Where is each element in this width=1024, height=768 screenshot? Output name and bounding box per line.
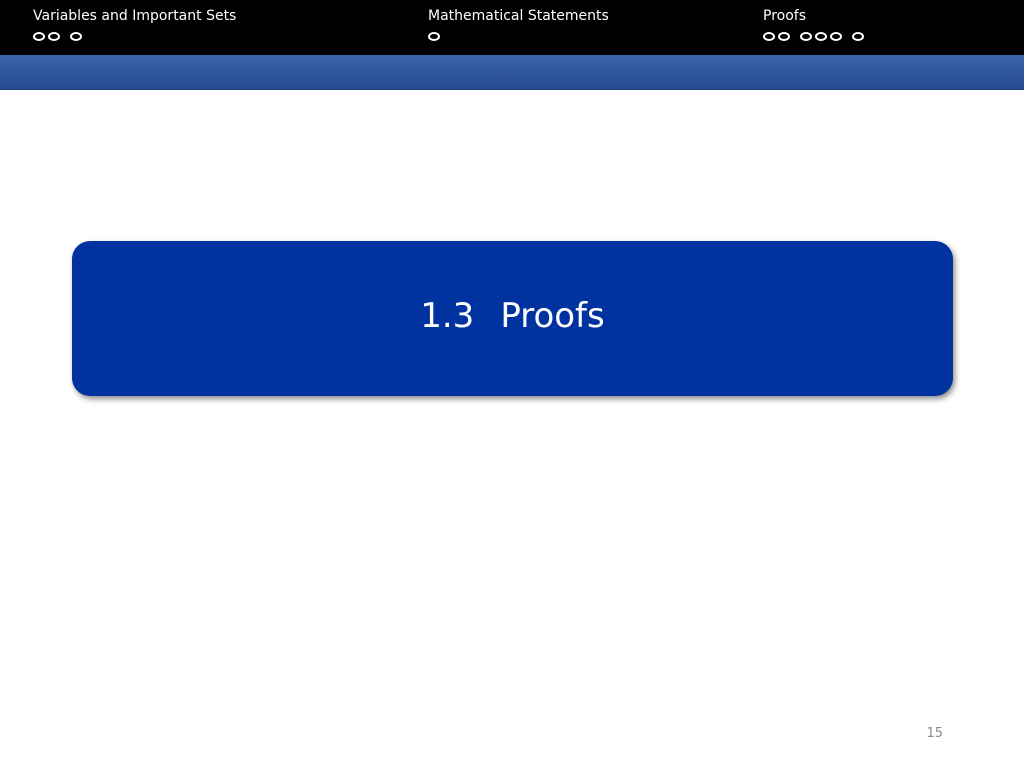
frame-dot-icon[interactable] xyxy=(48,31,60,41)
nav-section-title[interactable]: Proofs xyxy=(763,8,867,24)
section-title-block: 1.3 Proofs xyxy=(72,241,953,396)
frame-dot-icon[interactable] xyxy=(428,31,440,41)
nav-section-statements[interactable]: Mathematical Statements xyxy=(428,8,609,42)
frame-dot-icon[interactable] xyxy=(778,31,790,41)
frame-dot-icon[interactable] xyxy=(800,31,812,41)
frame-dot-icon[interactable] xyxy=(830,31,842,41)
frame-dot-icon[interactable] xyxy=(33,31,45,41)
nav-dots xyxy=(428,30,609,42)
frame-dot-icon[interactable] xyxy=(763,31,775,41)
nav-dots xyxy=(763,30,867,42)
nav-section-variables[interactable]: Variables and Important Sets xyxy=(33,8,236,42)
frame-dot-icon[interactable] xyxy=(815,31,827,41)
nav-dots xyxy=(33,30,236,42)
section-name: Proofs xyxy=(500,295,605,336)
frame-title-bar xyxy=(0,55,1024,90)
page-number: 15 xyxy=(926,726,943,741)
headline-bar: Variables and Important Sets Mathematica… xyxy=(0,0,1024,55)
nav-section-title[interactable]: Mathematical Statements xyxy=(428,8,609,24)
frame-dot-icon[interactable] xyxy=(852,31,864,41)
section-heading: 1.3 Proofs xyxy=(420,296,605,336)
nav-section-proofs[interactable]: Proofs xyxy=(763,8,867,42)
nav-section-title[interactable]: Variables and Important Sets xyxy=(33,8,236,24)
section-number: 1.3 xyxy=(420,295,475,336)
frame-dot-icon[interactable] xyxy=(70,31,82,41)
